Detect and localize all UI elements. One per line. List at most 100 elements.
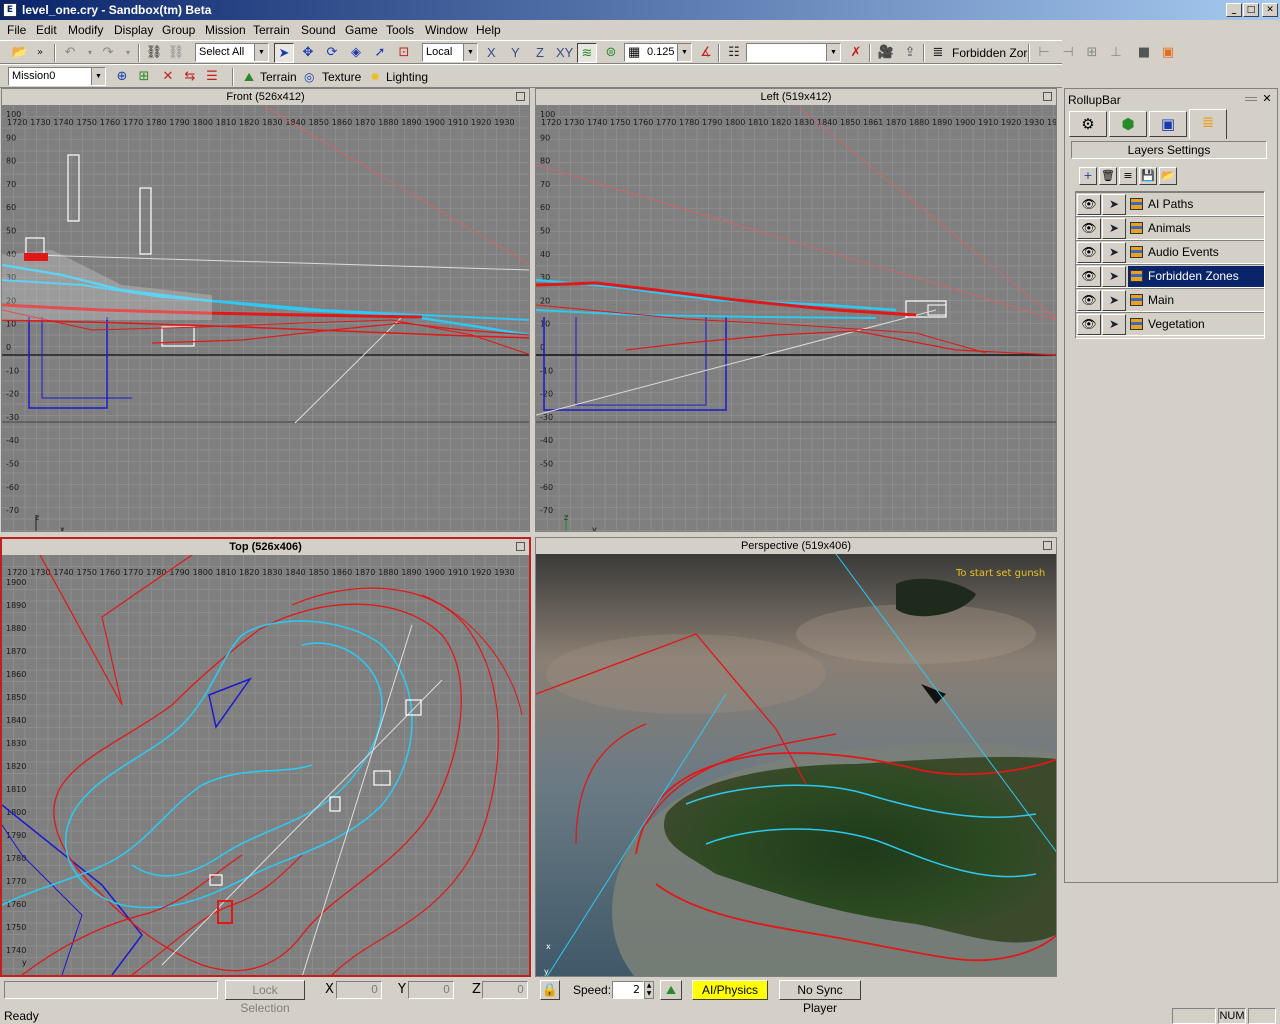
z-coordinate-field[interactable]: 0 — [482, 981, 528, 999]
grip-icon[interactable] — [1245, 97, 1257, 101]
rename-mission-icon[interactable]: ⇆ — [180, 67, 200, 87]
selectable-pointer-icon[interactable]: ➤ — [1102, 218, 1126, 239]
x-coordinate-field[interactable]: 0 — [336, 981, 382, 999]
visibility-eye-icon[interactable]: 👁 — [1077, 242, 1101, 263]
select-filter-combo[interactable]: Select All ▼ — [195, 43, 269, 62]
chevron-right-icon[interactable]: » — [30, 43, 50, 63]
axis-xy-button[interactable]: XY — [556, 45, 573, 60]
minimize-button[interactable]: _ — [1226, 3, 1242, 17]
y-coordinate-field[interactable]: 0 — [408, 981, 454, 999]
axis-y-button[interactable]: Y — [511, 45, 520, 60]
visibility-eye-icon[interactable]: 👁 — [1077, 314, 1101, 335]
visibility-eye-icon[interactable]: 👁 — [1077, 290, 1101, 311]
maximize-viewport-icon[interactable] — [1043, 92, 1052, 101]
speed-input[interactable]: 2 — [612, 981, 644, 999]
layer-row-vegetation[interactable]: 👁 ➤ Vegetation — [1076, 312, 1264, 336]
menu-game[interactable]: Game — [345, 23, 378, 37]
mission-combo[interactable]: Mission0 ▼ — [8, 67, 106, 86]
menu-file[interactable]: File — [7, 23, 26, 37]
unlink-icon[interactable]: ⛓ — [166, 43, 186, 63]
layer-properties-icon[interactable]: ≡ — [1119, 167, 1137, 185]
close-icon[interactable]: ✕ — [1261, 93, 1273, 105]
close-button[interactable]: ✕ — [1262, 3, 1278, 17]
lock-selection-button[interactable]: Lock Selection — [225, 980, 305, 1015]
save-layer-icon[interactable]: 💾 — [1139, 167, 1157, 185]
speed-spinner[interactable]: ▲ ▼ — [644, 981, 654, 999]
redo-icon[interactable]: ↷ — [98, 43, 118, 63]
maximize-viewport-icon[interactable] — [1043, 541, 1052, 550]
current-layer-label[interactable]: Forbidden Zor — [952, 46, 1027, 60]
snap-to-objects-icon[interactable]: ⊜ — [601, 43, 621, 63]
selectable-pointer-icon[interactable]: ➤ — [1102, 242, 1126, 263]
lock-icon[interactable]: 🔒 — [540, 980, 560, 1000]
layer-row-forbidden-zones[interactable]: 👁 ➤ Forbidden Zones — [1076, 264, 1264, 288]
tab-terrain[interactable]: ⬢ — [1109, 111, 1147, 137]
terrain-collision-icon[interactable]: ⛰ — [660, 980, 682, 1000]
left-viewport[interactable]: Left (519x412) 1720 1730 1740 1750 1760 1770 1… — [535, 88, 1057, 532]
ui-editor-icon[interactable]: ▣ — [1158, 43, 1178, 63]
menu-group[interactable]: Group — [162, 23, 195, 37]
menu-terrain[interactable]: Terrain — [253, 23, 290, 37]
perspective-viewport[interactable]: Perspective (519x406) To start set gunsh… — [535, 537, 1057, 977]
menu-mission[interactable]: Mission — [205, 23, 246, 37]
open-folder-icon[interactable]: 📂 — [10, 43, 30, 63]
menu-window[interactable]: Window — [425, 23, 468, 37]
copy-mission-icon[interactable]: ⊞ — [134, 67, 154, 87]
select-terrain-icon[interactable]: ➚ — [370, 43, 390, 63]
ai-physics-button[interactable]: AI/Physics — [692, 980, 768, 1000]
selectable-pointer-icon[interactable]: ➤ — [1102, 266, 1126, 287]
terrain-button[interactable]: Terrain — [260, 70, 297, 84]
maximize-viewport-icon[interactable] — [516, 92, 525, 101]
layer-row-main[interactable]: 👁 ➤ Main — [1076, 288, 1264, 312]
new-layer-icon[interactable]: + — [1079, 167, 1097, 185]
undo-icon[interactable]: ↶ — [60, 43, 80, 63]
selectable-pointer-icon[interactable]: ➤ — [1102, 194, 1126, 215]
new-mission-icon[interactable]: ⊕ — [112, 67, 132, 87]
move-icon[interactable]: ✥ — [298, 43, 318, 63]
coord-system-combo[interactable]: Local ▼ — [422, 43, 478, 62]
link-icon[interactable]: ⛓ — [144, 43, 164, 63]
delete-layer-icon[interactable]: 🗑 — [1099, 167, 1117, 185]
grid-align-icon[interactable]: ⊞ — [1082, 43, 1102, 63]
layers-settings-header[interactable]: Layers Settings — [1071, 141, 1267, 159]
no-sync-player-button[interactable]: No Sync Player — [779, 980, 861, 1015]
align-left-icon[interactable]: ⊢ — [1034, 43, 1054, 63]
tab-display[interactable]: ▣ — [1149, 111, 1187, 137]
layer-row-animals[interactable]: 👁 ➤ Animals — [1076, 216, 1264, 240]
menu-help[interactable]: Help — [476, 23, 501, 37]
visibility-eye-icon[interactable]: 👁 — [1077, 218, 1101, 239]
selectable-pointer-icon[interactable]: ➤ — [1102, 290, 1126, 311]
top-viewport[interactable]: Top (526x406) 1720 1730 1740 1750 1760 1770 17… — [0, 537, 531, 977]
delete-selection-icon[interactable]: ✗ — [846, 43, 866, 63]
align-icon[interactable]: ⊣ — [1058, 43, 1078, 63]
layer-row-audio-events[interactable]: 👁 ➤ Audio Events — [1076, 240, 1264, 264]
visibility-eye-icon[interactable]: 👁 — [1077, 266, 1101, 287]
named-selection-combo[interactable]: ▼ — [746, 43, 841, 62]
maximize-button[interactable]: □ — [1243, 3, 1259, 17]
follow-terrain-icon[interactable]: ≋ — [577, 43, 597, 63]
front-viewport[interactable]: Front (526x412) 1720 1730 1740 1750 1760 1770… — [1, 88, 530, 532]
axis-x-button[interactable]: X — [487, 45, 496, 60]
snap-icon[interactable]: ⊡ — [394, 43, 414, 63]
axis-z-button[interactable]: Z — [536, 45, 544, 60]
texture-button[interactable]: Texture — [322, 70, 361, 84]
layer-row-ai-paths[interactable]: 👁 ➤ AI Paths — [1076, 192, 1264, 216]
visibility-eye-icon[interactable]: 👁 — [1077, 194, 1101, 215]
select-pointer-icon[interactable]: ➤ — [274, 43, 294, 63]
align-to-terrain-icon[interactable]: ⊥ — [1106, 43, 1126, 63]
scale-icon[interactable]: ◈ — [346, 43, 366, 63]
goto-selection-icon[interactable]: ⇪ — [900, 43, 920, 63]
camera-icon[interactable]: 🎥 — [876, 43, 896, 63]
tab-objects[interactable]: ⚙ — [1069, 111, 1107, 137]
menu-edit[interactable]: Edit — [36, 23, 57, 37]
menu-display[interactable]: Display — [114, 23, 153, 37]
physics-icon[interactable]: ■ — [1134, 43, 1154, 63]
lighting-button[interactable]: Lighting — [386, 70, 428, 84]
angle-snap-icon[interactable]: ∡ — [696, 43, 716, 63]
rotate-icon[interactable]: ⟳ — [322, 43, 342, 63]
mission-properties-icon[interactable]: ☰ — [202, 67, 222, 87]
redo-dropdown-icon[interactable]: ▾ — [118, 43, 138, 63]
tab-layers[interactable]: ≣ — [1189, 109, 1227, 139]
menu-modify[interactable]: Modify — [68, 23, 103, 37]
selectable-pointer-icon[interactable]: ➤ — [1102, 314, 1126, 335]
